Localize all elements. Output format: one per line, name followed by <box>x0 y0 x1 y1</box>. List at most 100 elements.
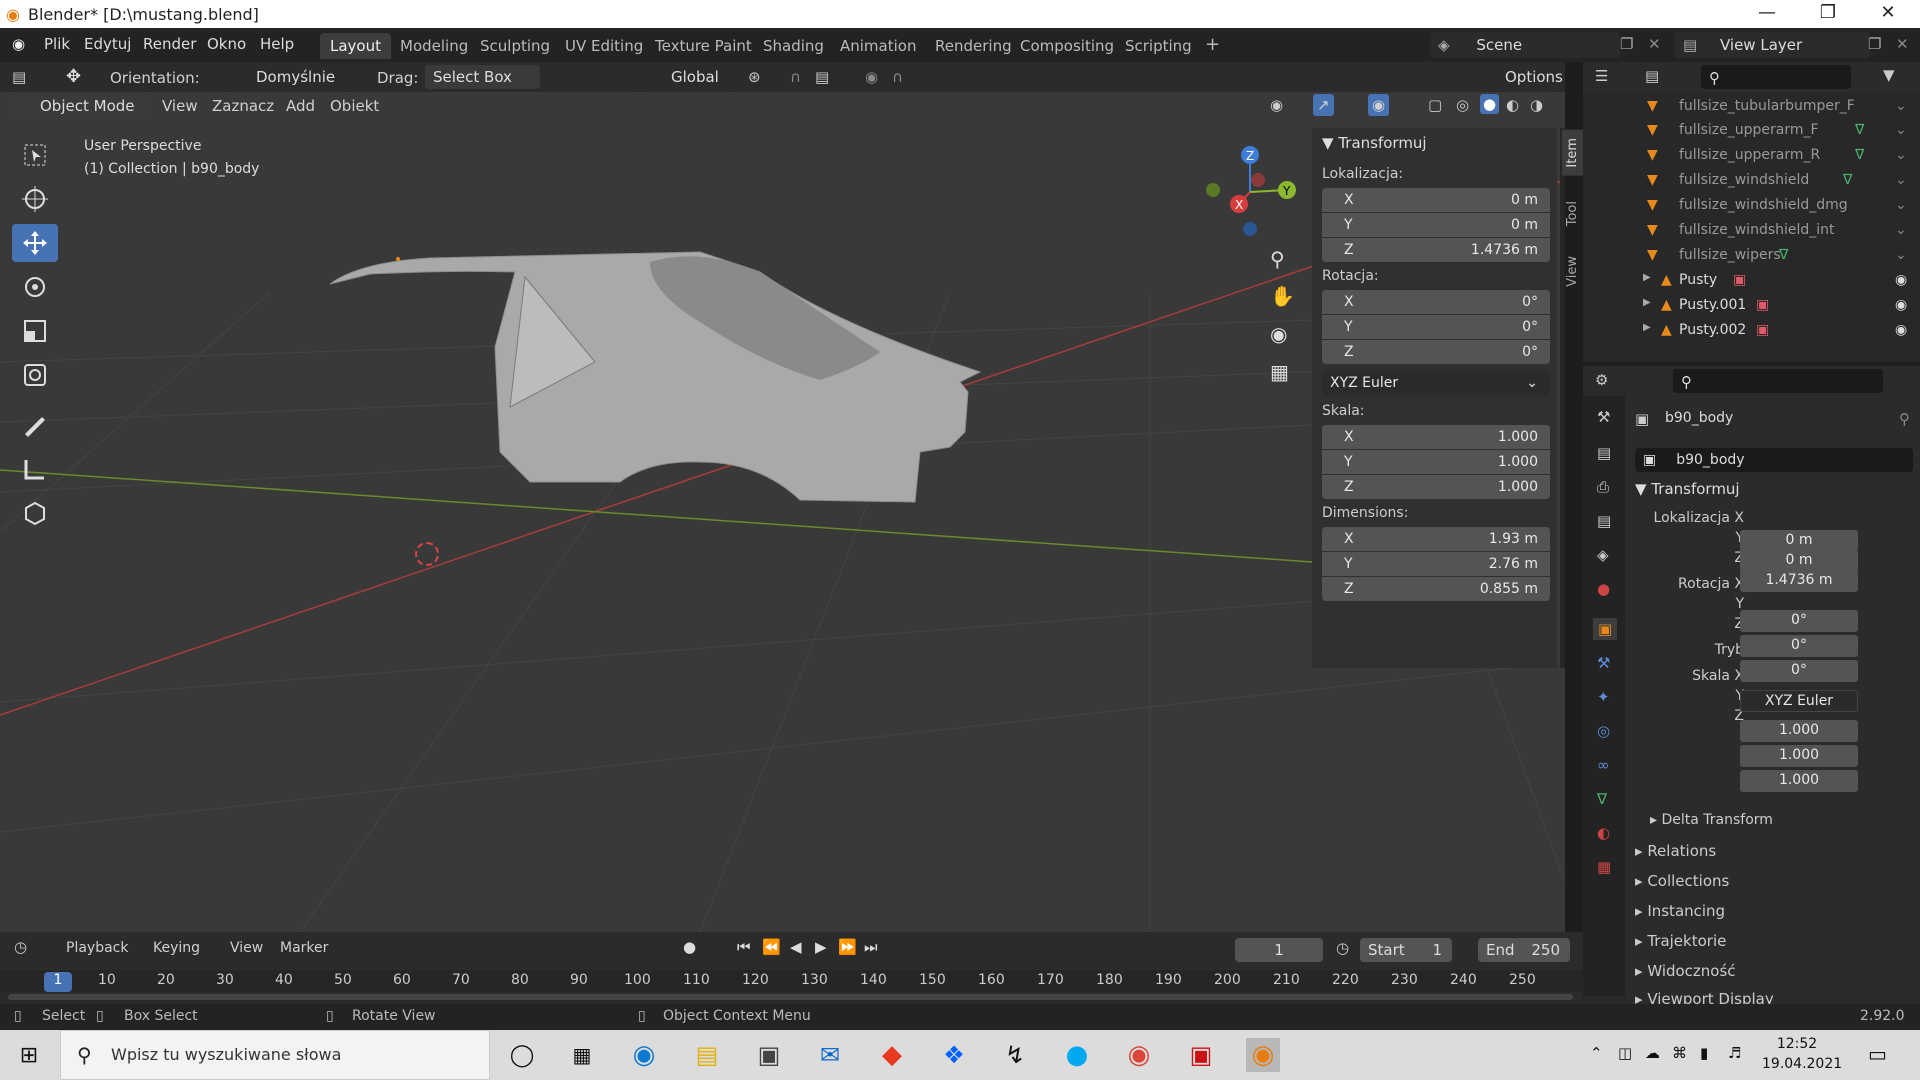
add-cube-tool-icon[interactable] <box>12 494 58 532</box>
dropbox-icon[interactable]: ❖ <box>937 1038 971 1072</box>
npanel-tab-item[interactable]: Item <box>1562 130 1583 176</box>
object-name-field[interactable]: ▣ b90_body <box>1635 448 1913 472</box>
clock-time[interactable]: 12:52 <box>1762 1036 1832 1052</box>
properties-editor-icon[interactable]: ⚙ <box>1595 371 1608 389</box>
rotation-y-field[interactable]: Y 0° <box>1322 315 1550 339</box>
material-tab-icon[interactable]: ◐ <box>1597 824 1610 842</box>
maximize-icon[interactable]: ❐ <box>1808 2 1848 23</box>
menu-edytuj[interactable]: Edytuj <box>84 35 131 53</box>
menu-marker[interactable]: Marker <box>280 940 328 956</box>
chevron-down-icon[interactable]: ⌄ <box>1895 172 1907 188</box>
prop-scale-z-field[interactable]: 1.000 <box>1740 770 1858 792</box>
scene-selector[interactable]: ◈ Scene <box>1430 32 1620 58</box>
jump-start-icon[interactable]: ⏮ <box>737 938 751 956</box>
chevron-down-icon[interactable]: ⌄ <box>1895 147 1907 163</box>
falloff-icon[interactable]: ∩ <box>892 68 903 86</box>
chevron-down-icon[interactable]: ⌄ <box>1895 98 1907 114</box>
solid-shading-icon[interactable]: ● <box>1480 94 1500 114</box>
chrome-icon[interactable]: ◉ <box>1122 1038 1156 1072</box>
new-view-layer-icon[interactable]: ❐ <box>1868 35 1881 53</box>
tab-rendering[interactable]: Rendering <box>925 33 1022 59</box>
clock-date[interactable]: 19.04.2021 <box>1762 1056 1842 1072</box>
ortho-toggle-icon[interactable]: ▦ <box>1270 360 1289 384</box>
expand-arrow-icon[interactable]: ▶ <box>1643 297 1651 308</box>
eye-icon[interactable]: ◉ <box>1895 322 1907 338</box>
camera-view-icon[interactable]: ◉ <box>1270 322 1287 346</box>
rotation-x-field[interactable]: X 0° <box>1322 290 1550 314</box>
play-reverse-icon[interactable]: ◀ <box>790 938 802 956</box>
current-frame-field[interactable]: 1 <box>1235 938 1323 962</box>
menu-obiekt[interactable]: Obiekt <box>330 97 379 115</box>
scale-z-field[interactable]: Z 1.000 <box>1322 475 1550 499</box>
new-scene-icon[interactable]: ❐ <box>1620 35 1633 53</box>
prop-scale-x-field[interactable]: 1.000 <box>1740 720 1858 742</box>
notifications-icon[interactable]: ▭ <box>1868 1042 1887 1066</box>
prop-rotation-z-field[interactable]: 0° <box>1740 660 1858 682</box>
menu-keying[interactable]: Keying <box>153 940 200 956</box>
rotation-mode-dropdown[interactable]: XYZ Euler ⌄ <box>1322 371 1550 395</box>
data-tab-icon[interactable]: ∇ <box>1597 790 1607 808</box>
particles-tab-icon[interactable]: ✦ <box>1597 688 1610 706</box>
view-layer-selector[interactable]: ▤ View Layer <box>1675 32 1870 58</box>
menu-zaznacz[interactable]: Zaznacz <box>212 97 274 115</box>
trajektorie-section[interactable]: ▸ Trajektorie <box>1635 932 1726 950</box>
view-layer-tab-icon[interactable]: ▤ <box>1597 512 1611 530</box>
menu-plik[interactable]: Plik <box>44 35 70 53</box>
rendered-shading-icon[interactable]: ◑ <box>1530 96 1543 114</box>
instancing-section[interactable]: ▸ Instancing <box>1635 902 1725 920</box>
outliner-item[interactable]: ▼ fullsize_tubularbumper_F ⌄ <box>1583 96 1920 120</box>
prop-location-y-field[interactable]: 0 m <box>1740 550 1858 572</box>
viewport-display-section[interactable]: ▸ Viewport Display <box>1635 990 1774 1004</box>
pin-icon[interactable]: ⚲ <box>1899 410 1910 428</box>
close-icon[interactable]: ✕ <box>1868 2 1908 23</box>
xray-icon[interactable]: ▢ <box>1428 96 1442 114</box>
menu-render[interactable]: Render <box>143 35 196 53</box>
modifiers-tab-icon[interactable]: ⚒ <box>1597 654 1610 672</box>
end-frame-field[interactable]: End 250 <box>1478 938 1570 962</box>
measure-tool-icon[interactable] <box>12 450 58 488</box>
select-box-tool-icon[interactable] <box>12 136 58 174</box>
collections-section[interactable]: ▸ Collections <box>1635 872 1729 890</box>
menu-timeline-view[interactable]: View <box>230 940 263 956</box>
tab-uv-editing[interactable]: UV Editing <box>555 33 653 59</box>
outliner-item[interactable]: ▼ fullsize_windshield_dmg ⌄ <box>1583 195 1920 219</box>
blender-menu-icon[interactable]: ◉ <box>12 35 25 53</box>
pdf-app-icon[interactable]: ▣ <box>1184 1038 1218 1072</box>
jump-end-icon[interactable]: ⏭ <box>864 938 878 956</box>
material-shading-icon[interactable]: ◐ <box>1506 96 1519 114</box>
onedrive-icon[interactable]: ☁ <box>1645 1044 1660 1062</box>
physics-tab-icon[interactable]: ◎ <box>1597 722 1610 740</box>
transform-section-header[interactable]: ▼ Transformuj <box>1635 480 1740 498</box>
menu-add[interactable]: Add <box>286 97 315 115</box>
windows-start-icon[interactable]: ⊞ <box>12 1038 46 1072</box>
scale-tool-icon[interactable] <box>12 312 58 350</box>
tab-compositing[interactable]: Compositing <box>1010 33 1124 59</box>
expand-arrow-icon[interactable]: ▶ <box>1643 322 1651 333</box>
wifi-icon[interactable]: ⌘ <box>1672 1044 1687 1062</box>
menu-help[interactable]: Help <box>260 35 294 53</box>
store-icon[interactable]: ▣ <box>752 1038 786 1072</box>
gizmo-toggle-icon[interactable]: ↗ <box>1313 94 1334 116</box>
scale-y-field[interactable]: Y 1.000 <box>1322 450 1550 474</box>
prop-scale-y-field[interactable]: 1.000 <box>1740 745 1858 767</box>
outliner-item[interactable]: ▼ fullsize_windshield ∇ ⌄ <box>1583 170 1920 194</box>
menu-okno[interactable]: Okno <box>207 35 246 53</box>
editor-type-icon[interactable]: ▤ <box>12 68 26 86</box>
dimensions-y-field[interactable]: Y 2.76 m <box>1322 552 1550 576</box>
scale-x-field[interactable]: X 1.000 <box>1322 425 1550 449</box>
properties-search-input[interactable]: ⚲ <box>1673 369 1883 393</box>
remove-scene-icon[interactable]: ✕ <box>1648 35 1661 53</box>
proportional-edit-icon[interactable]: ◉ <box>865 68 878 86</box>
timeline-editor-icon[interactable]: ◷ <box>14 938 27 956</box>
tray-chevron-icon[interactable]: ⌃ <box>1590 1044 1603 1062</box>
3d-cursor-icon[interactable] <box>415 542 439 566</box>
timeline-scrollbar[interactable] <box>8 994 1573 1000</box>
tab-scripting[interactable]: Scripting <box>1115 33 1202 59</box>
delta-transform-section[interactable]: ▸ Delta Transform <box>1650 812 1773 828</box>
tool-tab-icon[interactable]: ⚒ <box>1597 408 1610 426</box>
texture-tab-icon[interactable]: ▦ <box>1597 858 1611 876</box>
relations-section[interactable]: ▸ Relations <box>1635 842 1716 860</box>
tab-layout[interactable]: Layout <box>320 33 391 59</box>
constraints-tab-icon[interactable]: ∞ <box>1597 756 1610 774</box>
rotation-z-field[interactable]: Z 0° <box>1322 340 1550 364</box>
